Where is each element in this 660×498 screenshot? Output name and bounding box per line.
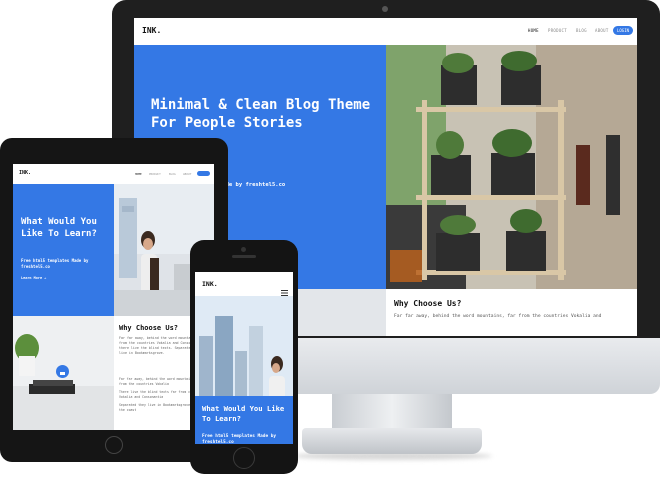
hero-subtitle: Free html5 templates Made by freshtel5.c… bbox=[202, 434, 277, 444]
nav-about[interactable]: ABOUT bbox=[595, 28, 609, 33]
home-button-icon bbox=[233, 447, 255, 469]
site-navbar: INK. HOME PRODUCT BLOG ABOUT LOGIN bbox=[134, 18, 637, 45]
hero-title: What Would You Like To Learn? bbox=[21, 217, 97, 239]
login-button[interactable]: LOGIN bbox=[613, 26, 633, 35]
home-button-icon bbox=[105, 436, 123, 454]
hero-panel bbox=[13, 184, 114, 316]
site-logo[interactable]: INK. bbox=[19, 170, 31, 176]
imac-stand bbox=[332, 394, 452, 430]
ipad-screen: INK. HOME PRODUCT BLOG ABOUT What Would … bbox=[13, 164, 214, 430]
nav-blog[interactable]: BLOG bbox=[576, 28, 587, 33]
section-title: Why Choose Us? bbox=[394, 299, 462, 308]
camera-icon bbox=[382, 6, 388, 12]
nav-home[interactable]: HOME bbox=[528, 28, 539, 33]
nav-product[interactable]: PRODUCT bbox=[548, 28, 567, 33]
iphone-screen: INK. What Would You Like To Learn? Free … bbox=[195, 272, 293, 444]
nav-home[interactable]: HOME bbox=[135, 172, 142, 176]
site-logo[interactable]: INK. bbox=[202, 280, 218, 288]
hero-title: What Would You Like To Learn? bbox=[202, 404, 285, 423]
nav-about[interactable]: ABOUT bbox=[183, 172, 191, 176]
section-title: Why Choose Us? bbox=[119, 324, 179, 332]
section-text: Far far away, behind the word mountains,… bbox=[394, 314, 602, 319]
site-navbar: INK. HOME PRODUCT BLOG ABOUT bbox=[13, 164, 214, 184]
nav-product[interactable]: PRODUCT bbox=[149, 172, 161, 176]
camera-icon bbox=[241, 247, 246, 252]
login-button[interactable] bbox=[197, 171, 210, 176]
imac-base bbox=[302, 428, 482, 454]
site-navbar: INK. bbox=[195, 272, 293, 296]
hero-title: Minimal & Clean Blog Theme For People St… bbox=[151, 97, 371, 131]
hero-plants-photo bbox=[386, 45, 637, 289]
speaker-icon bbox=[232, 255, 256, 258]
site-logo[interactable]: INK. bbox=[142, 26, 161, 35]
nav-blog[interactable]: BLOG bbox=[169, 172, 176, 176]
play-button[interactable] bbox=[56, 365, 69, 378]
learn-more-link[interactable]: Learn More → bbox=[21, 276, 46, 280]
hero-subtitle: Free html5 templates Made by freshtel5.c… bbox=[21, 258, 89, 269]
hamburger-menu-icon[interactable] bbox=[281, 281, 288, 296]
hero-byline: Made by freshtel5.co bbox=[219, 182, 286, 188]
